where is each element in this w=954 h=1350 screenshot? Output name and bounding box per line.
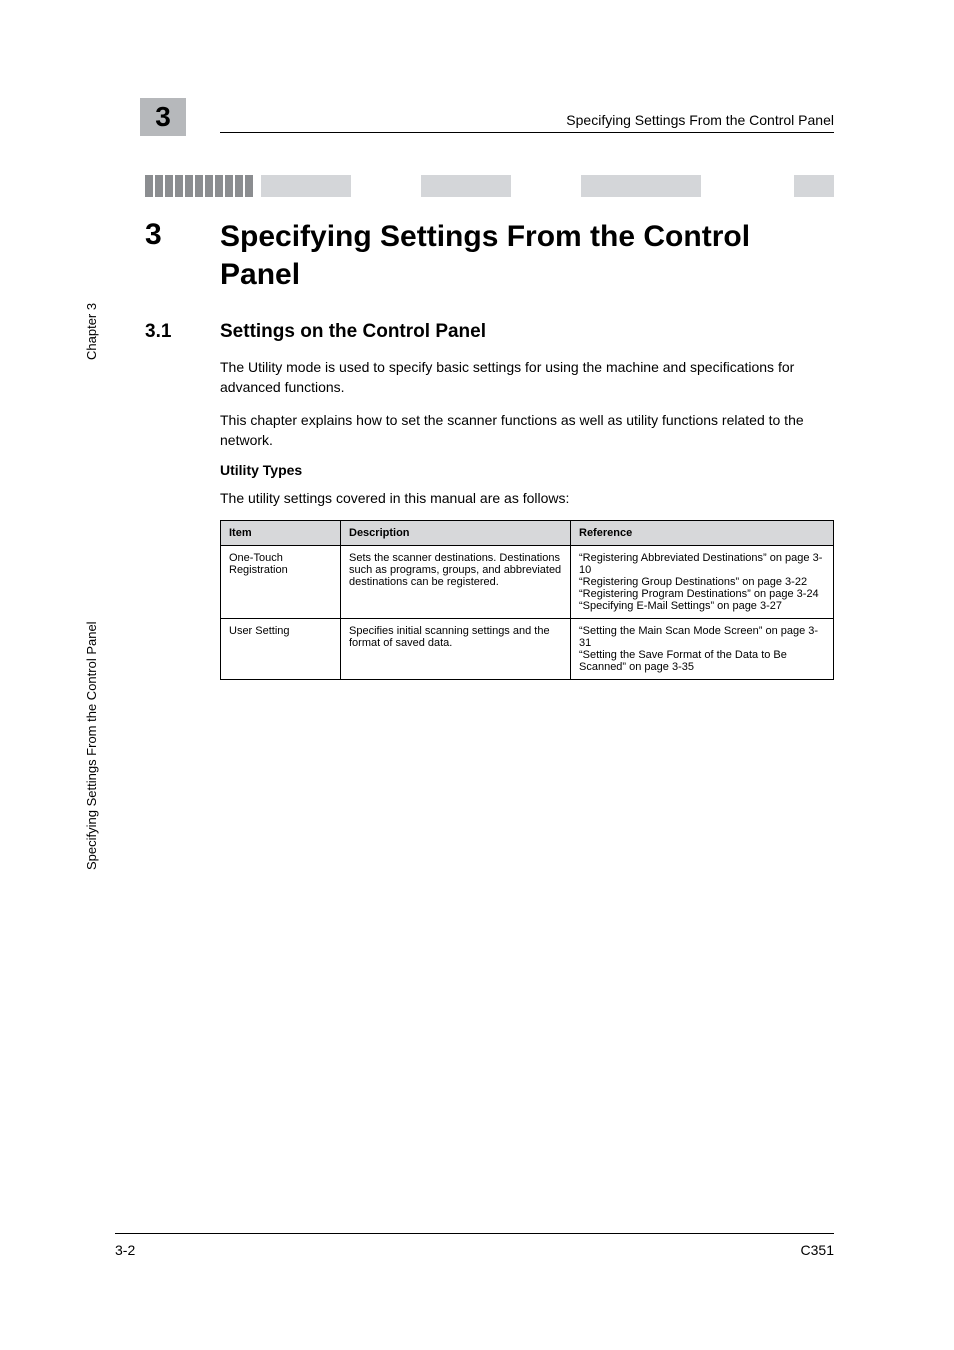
col-reference: Reference	[571, 521, 834, 546]
footer-model: C351	[801, 1242, 834, 1258]
utility-types-table: Item Description Reference One-Touch Reg…	[220, 520, 834, 680]
chapter-number: 3	[155, 101, 171, 133]
cell-reference: “Registering Abbreviated Destinations” o…	[571, 546, 834, 619]
paragraph: The utility settings covered in this man…	[220, 488, 834, 508]
table-row: User Setting Specifies initial scanning …	[221, 619, 834, 680]
decorative-bar	[145, 175, 834, 197]
section-heading-number: 3.1	[145, 321, 220, 343]
col-description: Description	[341, 521, 571, 546]
cell-item: One-Touch Registration	[221, 546, 341, 619]
content-column: 3 Specifying Settings From the Control P…	[145, 218, 834, 680]
chapter-heading: 3 Specifying Settings From the Control P…	[145, 218, 834, 293]
sidebar-chapter-label: Chapter 3	[84, 303, 99, 360]
paragraph: This chapter explains how to set the sca…	[220, 410, 834, 451]
chapter-number-badge: 3	[140, 98, 186, 136]
section-heading-title: Settings on the Control Panel	[220, 321, 486, 343]
col-item: Item	[221, 521, 341, 546]
body-block: The Utility mode is used to specify basi…	[220, 357, 834, 680]
chapter-heading-title: Specifying Settings From the Control Pan…	[220, 218, 834, 293]
page: 3 Specifying Settings From the Control P…	[0, 0, 954, 1350]
header-rule	[220, 132, 834, 133]
sidebar-section-label: Specifying Settings From the Control Pan…	[84, 621, 99, 870]
paragraph: The Utility mode is used to specify basi…	[220, 357, 834, 398]
cell-description: Sets the scanner destinations. Destinati…	[341, 546, 571, 619]
cell-reference: “Setting the Main Scan Mode Screen” on p…	[571, 619, 834, 680]
subheading-utility-types: Utility Types	[220, 462, 834, 478]
section-heading: 3.1 Settings on the Control Panel	[145, 321, 834, 343]
footer-rule	[115, 1233, 834, 1234]
chapter-heading-number: 3	[145, 218, 220, 252]
footer-page-number: 3-2	[115, 1242, 135, 1258]
cell-item: User Setting	[221, 619, 341, 680]
running-header: Specifying Settings From the Control Pan…	[566, 112, 834, 128]
table-row: One-Touch Registration Sets the scanner …	[221, 546, 834, 619]
cell-description: Specifies initial scanning settings and …	[341, 619, 571, 680]
table-header-row: Item Description Reference	[221, 521, 834, 546]
